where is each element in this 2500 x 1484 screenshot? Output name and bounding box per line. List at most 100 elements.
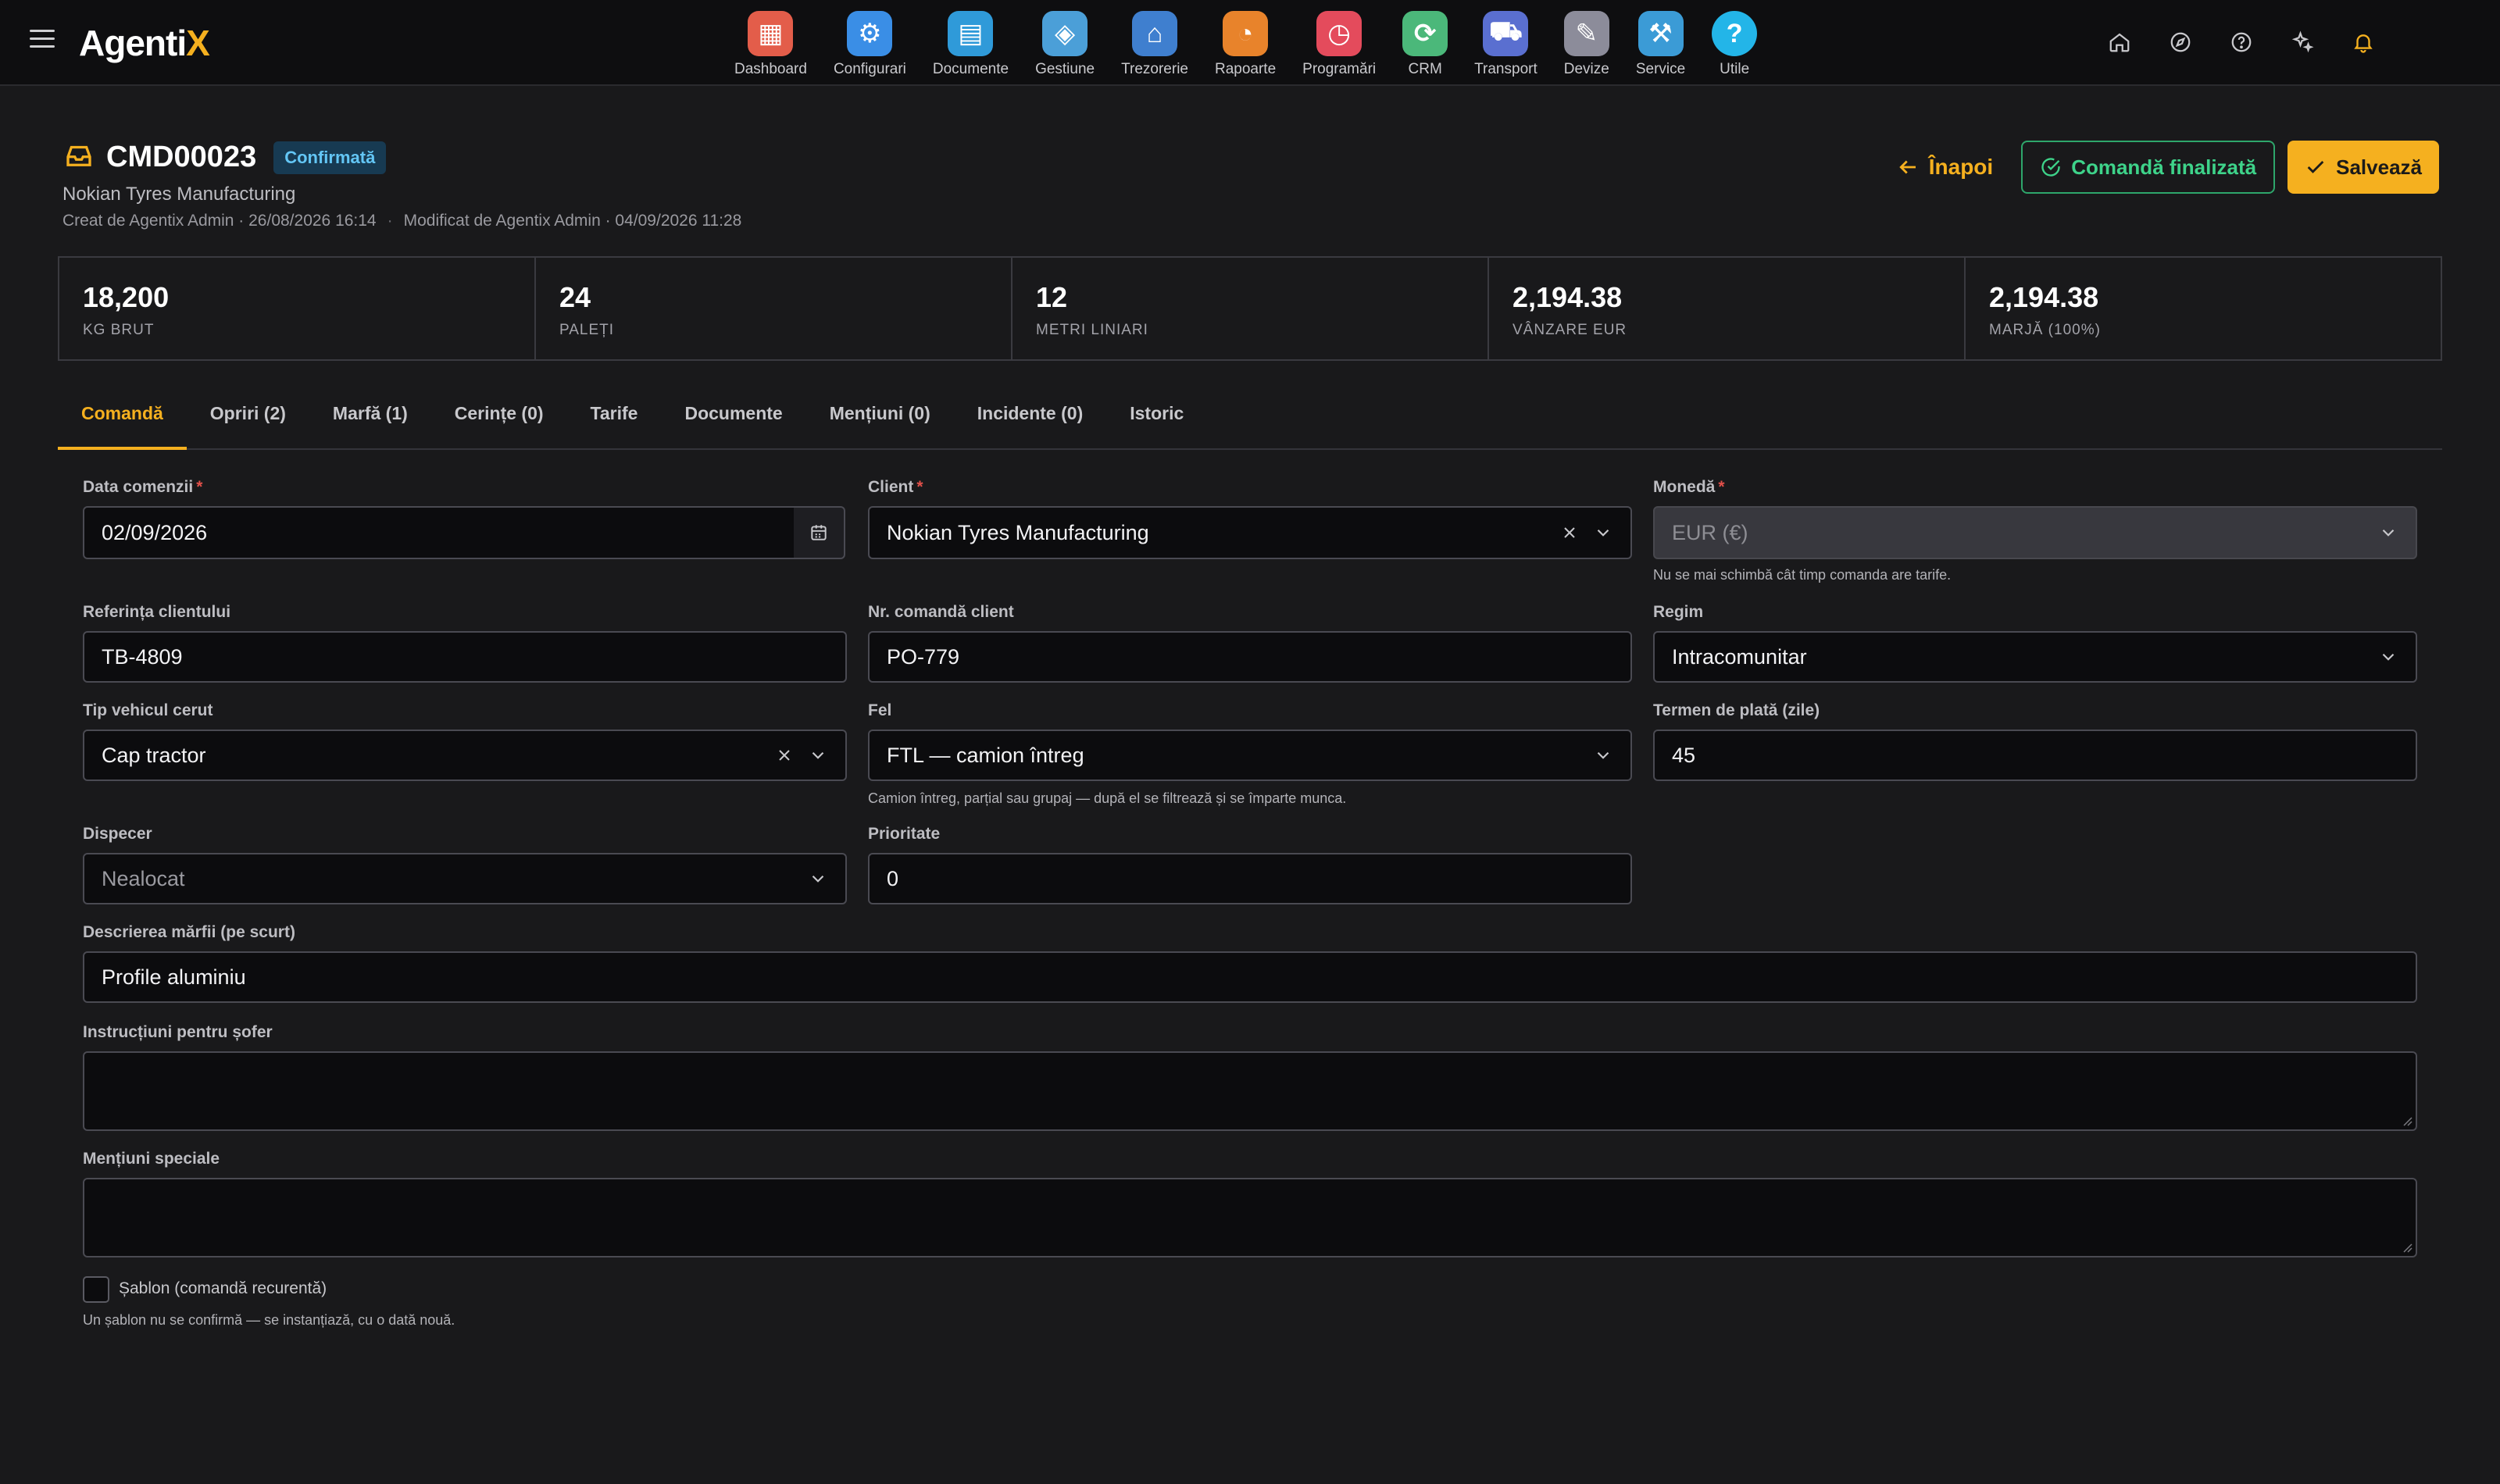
tab-istoric[interactable]: Istoric [1106, 391, 1207, 450]
load-type-hint: Camion întreg, parțial sau grupaj — după… [868, 790, 1347, 806]
utile-icon: ? [1712, 11, 1758, 56]
currency-select: EUR (€) [1653, 506, 2417, 559]
nav-module-dashboard[interactable]: ▦ Dashboard [734, 11, 807, 78]
nav-module-label: Gestiune [1035, 61, 1095, 77]
crm-icon: ⟳ [1402, 11, 1448, 56]
chevron-down-icon[interactable] [808, 869, 828, 889]
tab-documente[interactable]: Documente [661, 391, 805, 450]
check-icon [2307, 161, 2324, 173]
vehicle-type-label: Tip vehicul cerut [83, 701, 213, 719]
nav-module-label: Trezorerie [1121, 61, 1188, 77]
template-hint: Un șablon nu se confirmă — se instanțiaz… [83, 1312, 455, 1328]
template-checkbox[interactable] [83, 1276, 109, 1303]
devize-icon: ✎ [1563, 11, 1609, 56]
tab-incidente[interactable]: Incidente (0) [954, 391, 1106, 450]
vehicle-type-select[interactable]: Cap tractor [83, 730, 847, 781]
nav-module-rapoarte[interactable]: ◔ Rapoarte [1215, 11, 1276, 78]
chevron-down-icon[interactable] [1593, 523, 1613, 543]
logo-text: Agenti [79, 23, 187, 63]
regime-label: Regim [1653, 603, 1704, 621]
app-logo[interactable]: AgentiX [79, 22, 210, 64]
configurari-icon: ⚙ [847, 11, 893, 56]
help-icon[interactable] [2226, 27, 2257, 58]
nav-module-service[interactable]: ⚒ Service [1636, 11, 1685, 78]
goods-description-input[interactable]: Profile aluminiu [83, 951, 2417, 1003]
order-number: CMD00023 [106, 141, 257, 173]
resize-grip-icon [2403, 1243, 2412, 1253]
bell-icon[interactable] [2348, 27, 2379, 58]
tab-tarife[interactable]: Tarife [567, 391, 662, 450]
menu-icon[interactable] [30, 30, 55, 52]
logo-accent: X [186, 23, 210, 63]
regime-select[interactable]: Intracomunitar [1653, 631, 2417, 683]
stat-metri-liniari: 12 METRI LINIARI [1012, 258, 1489, 359]
client-label: Client * [868, 478, 923, 496]
stat-kg-brut: 18,200 KG BRUT [59, 258, 536, 359]
load-type-select[interactable]: FTL — camion întreg [868, 730, 1632, 781]
goods-description-label: Descrierea mărfii (pe scurt) [83, 923, 295, 941]
order-date-input[interactable]: 02/09/2026 [83, 506, 795, 559]
programari-icon: ◷ [1316, 11, 1362, 56]
nav-module-transport[interactable]: ⛟ Transport [1474, 11, 1538, 78]
finalize-order-button[interactable]: Comandă finalizată [2021, 141, 2276, 194]
tab-comanda[interactable]: Comandă [58, 391, 187, 450]
calendar-icon [811, 525, 827, 540]
nav-module-label: CRM [1408, 61, 1442, 77]
clear-icon[interactable] [1560, 523, 1579, 542]
top-actions [2074, 27, 2379, 58]
dispatcher-select[interactable]: Nealocat [83, 853, 847, 904]
payment-term-input[interactable]: 45 [1653, 730, 2417, 781]
priority-input[interactable]: 0 [868, 853, 1632, 904]
nav-module-trezorerie[interactable]: ⌂ Trezorerie [1121, 11, 1188, 78]
gestiune-icon: ◈ [1042, 11, 1088, 56]
nav-module-devize[interactable]: ✎ Devize [1564, 11, 1609, 78]
calendar-button[interactable] [794, 506, 845, 559]
nav-module-label: Rapoarte [1214, 61, 1277, 77]
documente-icon: ▤ [948, 11, 994, 56]
special-mentions-textarea[interactable] [83, 1178, 2417, 1257]
tab-mentiuni[interactable]: Mențiuni (0) [806, 391, 954, 450]
compass-icon[interactable] [2165, 27, 2196, 58]
stat-paleti: 24 PALEȚI [536, 258, 1012, 359]
nav-module-crm[interactable]: ⟳ CRM [1402, 11, 1448, 78]
nav-module-label: Service [1635, 61, 1686, 77]
nav-module-label: Dashboard [734, 61, 807, 77]
service-icon: ⚒ [1638, 11, 1684, 56]
client-order-number-input[interactable]: PO-779 [868, 631, 1632, 683]
driver-instructions-label: Instrucțiuni pentru șofer [83, 1023, 273, 1041]
save-button[interactable]: Salvează [2288, 141, 2439, 194]
order-header: CMD00023 Confirmată Nokian Tyres Manufac… [62, 139, 741, 230]
nav-module-utile[interactable]: ? Utile [1712, 11, 1758, 78]
stat-marja: 2,194.38 MARJĂ (100%) [1989, 281, 2101, 338]
check-circle-icon [2041, 158, 2060, 177]
arrow-left-icon [1899, 160, 1916, 174]
chevron-down-icon[interactable] [1593, 745, 1613, 765]
client-reference-input[interactable]: TB-4809 [83, 631, 847, 683]
sparkles-icon[interactable] [2287, 27, 2318, 58]
nav-module-label: Documente [932, 61, 1009, 77]
client-select[interactable]: Nokian Tyres Manufacturing [868, 506, 1632, 559]
tab-opriri[interactable]: Opriri (2) [187, 391, 309, 450]
top-bar: AgentiX ▦ Dashboard ⚙ Configurari ▤ Documente… [0, 0, 2500, 86]
nav-module-label: Devize [1563, 61, 1609, 77]
tab-marfa[interactable]: Marfă (1) [309, 391, 431, 450]
dashboard-icon: ▦ [748, 11, 794, 56]
driver-instructions-textarea[interactable] [83, 1051, 2417, 1131]
home-icon[interactable] [2104, 27, 2135, 58]
back-button[interactable]: Înapoi [1896, 155, 1993, 180]
nav-module-configurari[interactable]: ⚙ Configurari [834, 11, 906, 78]
tab-cerinte[interactable]: Cerințe (0) [431, 391, 567, 450]
chevron-down-icon[interactable] [2378, 647, 2398, 667]
currency-label: Monedă * [1653, 478, 1725, 496]
save-label: Salvează [2336, 155, 2422, 179]
clear-icon[interactable] [775, 746, 794, 765]
nav-module-program-ri[interactable]: ◷ Programări [1302, 11, 1376, 78]
currency-hint: Nu se mai schimbă cât timp comanda are t… [1653, 567, 1952, 583]
nav-module-gestiune[interactable]: ◈ Gestiune [1035, 11, 1095, 78]
nav-module-label: Programări [1302, 61, 1377, 77]
order-tabs: Comandă Opriri (2) Marfă (1) Cerințe (0)… [58, 391, 2442, 450]
load-type-label: Fel [868, 701, 892, 719]
resize-grip-icon [2403, 1117, 2412, 1126]
nav-module-documente[interactable]: ▤ Documente [933, 11, 1009, 78]
chevron-down-icon[interactable] [808, 745, 828, 765]
